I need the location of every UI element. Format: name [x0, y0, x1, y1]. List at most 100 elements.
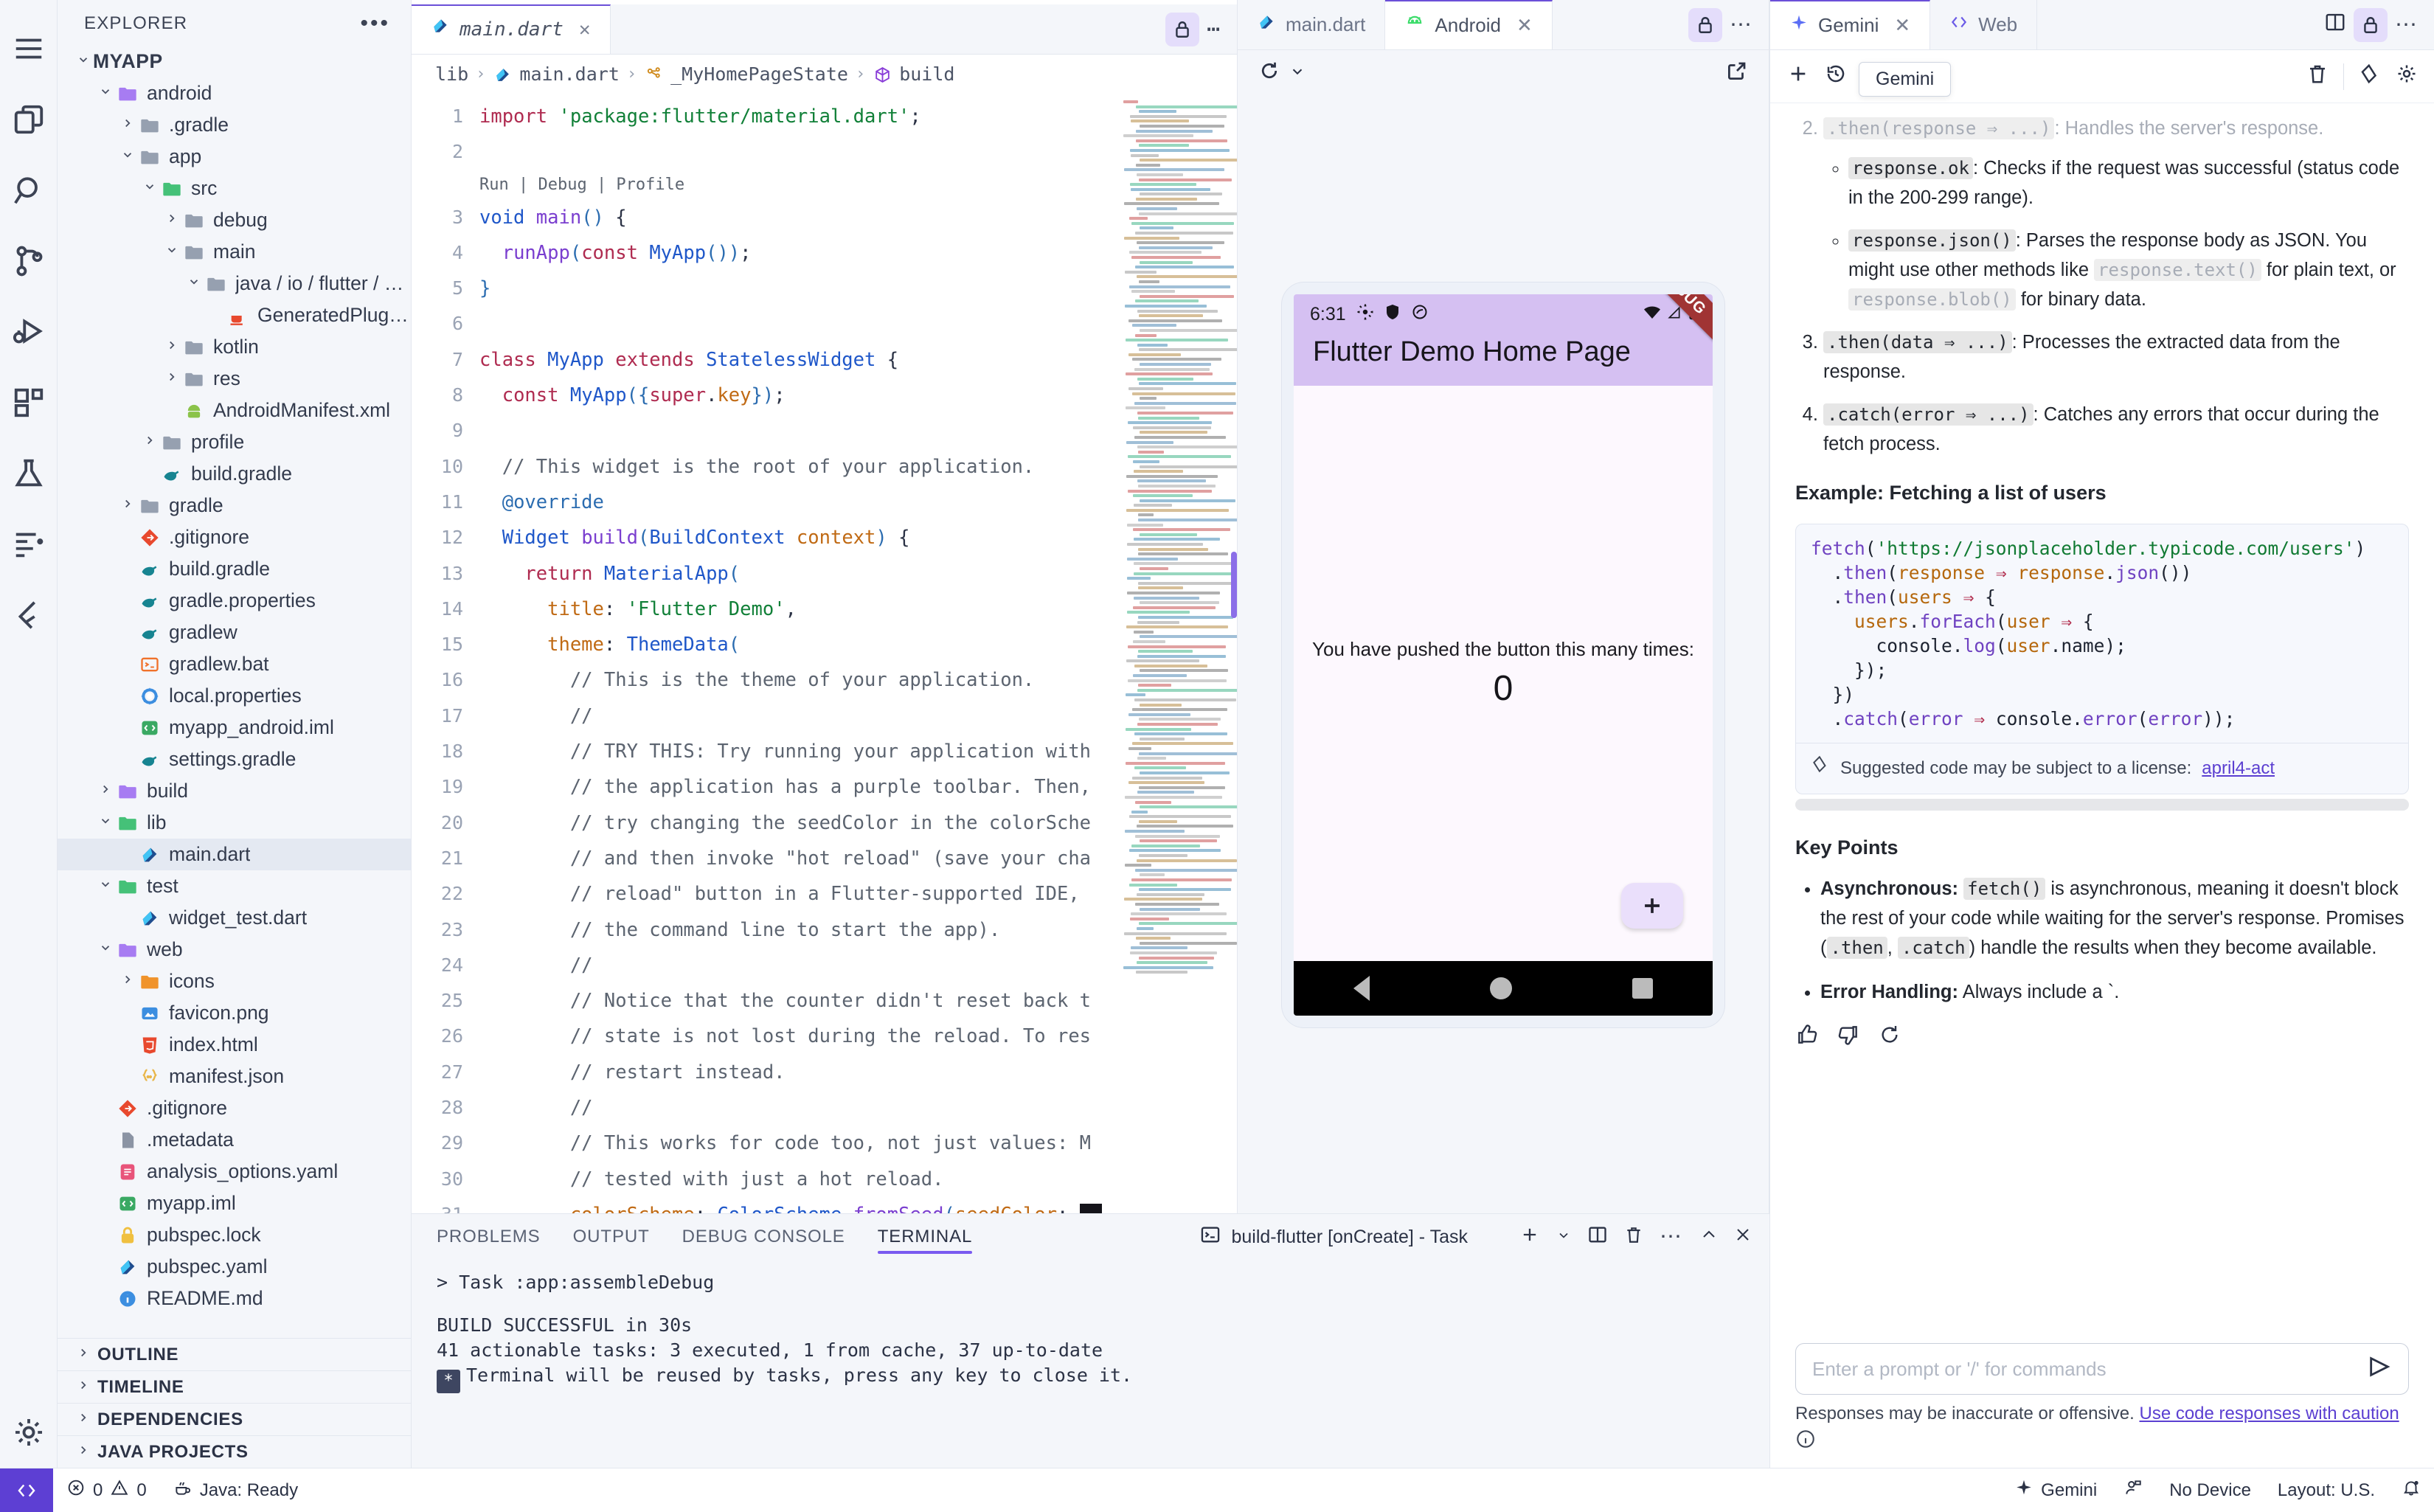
layout-status[interactable]: Layout: U.S.: [2264, 1468, 2388, 1512]
back-button[interactable]: [1353, 976, 1370, 1001]
tree-item-lib[interactable]: lib: [58, 807, 411, 839]
explorer-section-java-projects[interactable]: JAVA PROJECTS: [58, 1435, 411, 1468]
tree-item-widget-test-dart[interactable]: widget_test.dart: [58, 902, 411, 934]
tree-item-gradle[interactable]: .gradle: [58, 109, 411, 141]
tree-item-index-html[interactable]: index.html: [58, 1029, 411, 1061]
trash-icon[interactable]: [1624, 1225, 1643, 1249]
prompt-input[interactable]: [1812, 1358, 2367, 1381]
split-editor-icon[interactable]: [2324, 11, 2346, 38]
testing-icon[interactable]: [0, 438, 58, 509]
outline-icon[interactable]: [0, 509, 58, 580]
tree-item-gradlew[interactable]: gradlew: [58, 617, 411, 648]
chevron-right-icon[interactable]: [162, 339, 181, 356]
close-icon[interactable]: ✕: [579, 12, 591, 47]
trash-icon[interactable]: [2306, 63, 2329, 90]
account-status[interactable]: [2110, 1468, 2156, 1512]
extensions-icon[interactable]: [0, 367, 58, 438]
tree-item-debug[interactable]: debug: [58, 204, 411, 236]
tab-problems[interactable]: PROBLEMS: [437, 1214, 541, 1260]
tree-item-metadata[interactable]: .metadata: [58, 1124, 411, 1156]
increment-fab-button[interactable]: [1621, 883, 1683, 929]
tree-item-gitignore[interactable]: .gitignore: [58, 1092, 411, 1124]
open-external-icon[interactable]: [1726, 60, 1748, 87]
tab-gemini[interactable]: Gemini ✕: [1770, 0, 1930, 49]
tree-item-build-gradle[interactable]: build.gradle: [58, 553, 411, 585]
chevron-right-icon[interactable]: [96, 783, 115, 800]
gemini-status[interactable]: Gemini: [2001, 1468, 2110, 1512]
breadcrumb-item-lib[interactable]: lib: [435, 57, 468, 92]
breadcrumb-item-method[interactable]: build: [899, 57, 954, 92]
gear-icon[interactable]: [2396, 63, 2418, 90]
chevron-down-icon[interactable]: [118, 148, 137, 166]
thumbs-up-icon[interactable]: [1795, 1023, 1819, 1055]
file-tree[interactable]: MYAPPandroid.gradleappsrcdebugmainjava /…: [58, 46, 411, 1338]
chevron-down-icon[interactable]: [96, 878, 115, 895]
plus-icon[interactable]: [1786, 62, 1810, 91]
flutter-icon[interactable]: [0, 580, 58, 651]
menu-icon[interactable]: [0, 13, 58, 84]
minimap-scrollbar[interactable]: [1231, 552, 1237, 618]
code-block[interactable]: fetch('https://jsonplaceholder.typicode.…: [1796, 524, 2408, 743]
collapse-icon[interactable]: [1700, 1226, 1718, 1249]
chevron-down-icon[interactable]: [162, 243, 181, 261]
tree-item-icons[interactable]: icons: [58, 965, 411, 997]
close-icon[interactable]: ✕: [1894, 14, 1910, 37]
regenerate-icon[interactable]: [1878, 1023, 1901, 1055]
source-control-icon[interactable]: [0, 226, 58, 296]
tree-item-manifest-json[interactable]: manifest.json: [58, 1061, 411, 1092]
chevron-right-icon[interactable]: [118, 973, 137, 991]
explorer-more-icon[interactable]: •••: [360, 18, 390, 30]
tree-item-profile[interactable]: profile: [58, 426, 411, 458]
code-editor[interactable]: 12 3456789101112131415161718192021222324…: [412, 94, 1237, 1213]
breadcrumb-item-file[interactable]: main.dart: [519, 57, 619, 92]
tree-item-app[interactable]: app: [58, 141, 411, 173]
code-suggestion-card[interactable]: fetch('https://jsonplaceholder.typicode.…: [1795, 524, 2409, 794]
chevron-right-icon[interactable]: [74, 1379, 93, 1396]
home-button[interactable]: [1490, 977, 1512, 999]
tree-item-generatedpluginregi[interactable]: GeneratedPluginRegi...: [58, 299, 411, 331]
tree-item-build-gradle[interactable]: build.gradle: [58, 458, 411, 490]
terminal-task-entry[interactable]: build-flutter [onCreate] - Task: [1200, 1224, 1468, 1250]
more-icon[interactable]: ⋯: [1207, 24, 1222, 35]
more-icon[interactable]: ⋯: [2395, 20, 2419, 30]
chevron-right-icon[interactable]: [74, 1346, 93, 1364]
tag-icon[interactable]: [2359, 63, 2381, 90]
chevron-down-icon[interactable]: [74, 53, 93, 71]
refresh-icon[interactable]: [1258, 60, 1280, 87]
run-debug-icon[interactable]: [0, 296, 58, 367]
chevron-right-icon[interactable]: [74, 1411, 93, 1429]
device-status[interactable]: No Device: [2156, 1468, 2264, 1512]
chevron-right-icon[interactable]: [74, 1443, 93, 1461]
tree-item-kotlin[interactable]: kotlin: [58, 331, 411, 363]
split-terminal-icon[interactable]: [1587, 1224, 1608, 1250]
lock-icon[interactable]: [1688, 8, 1722, 42]
problems-status[interactable]: 0 0: [53, 1468, 160, 1512]
tab-terminal[interactable]: TERMINAL: [878, 1214, 973, 1260]
close-icon[interactable]: [1734, 1226, 1752, 1249]
tab-main-dart-secondary[interactable]: main.dart: [1238, 0, 1385, 49]
chevron-down-icon[interactable]: [140, 180, 159, 198]
more-icon[interactable]: ⋯: [1730, 20, 1754, 30]
tree-item-build[interactable]: build: [58, 775, 411, 807]
minimap[interactable]: [1119, 94, 1237, 1213]
notifications-status[interactable]: [2388, 1468, 2434, 1512]
chevron-down-icon[interactable]: [96, 814, 115, 832]
tab-debug-console[interactable]: DEBUG CONSOLE: [682, 1214, 845, 1260]
explorer-icon[interactable]: [0, 84, 58, 155]
chevron-right-icon[interactable]: [140, 434, 159, 451]
chevron-right-icon[interactable]: [118, 117, 137, 134]
gear-icon[interactable]: [0, 1397, 58, 1468]
chevron-down-icon[interactable]: [96, 85, 115, 103]
chevron-right-icon[interactable]: [162, 212, 181, 229]
license-link[interactable]: april4-act: [2202, 754, 2275, 783]
disclaimer-link[interactable]: Use code responses with caution: [2139, 1404, 2399, 1423]
tree-item-readme-md[interactable]: README.md: [58, 1283, 411, 1314]
gemini-response[interactable]: .then(response ⇒ ...): Handles the serve…: [1770, 103, 2434, 1336]
emulator-screen[interactable]: DEBUG 6:31: [1294, 294, 1713, 1016]
info-icon[interactable]: [1795, 1429, 2409, 1454]
tree-item-pubspec-lock[interactable]: pubspec.lock: [58, 1219, 411, 1251]
chevron-right-icon[interactable]: [118, 497, 137, 515]
tree-item-main[interactable]: main: [58, 236, 411, 268]
tab-android[interactable]: Android ✕: [1385, 0, 1552, 49]
code-horizontal-scrollbar[interactable]: [1795, 799, 2409, 811]
